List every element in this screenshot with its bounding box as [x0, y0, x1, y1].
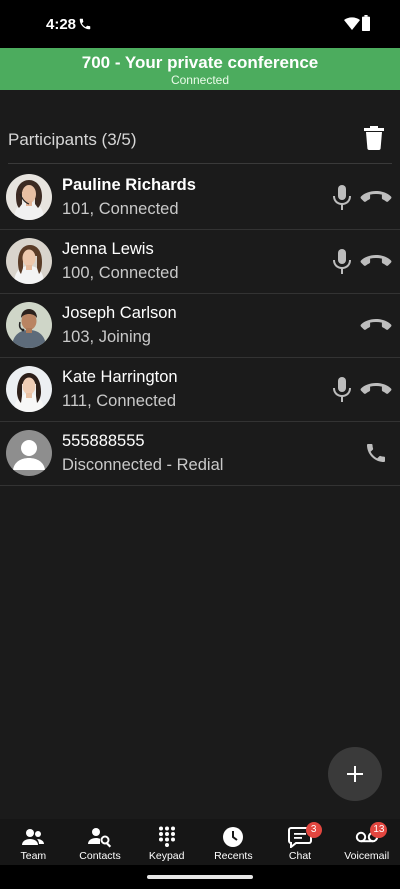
hang-up-icon[interactable] — [360, 317, 392, 333]
participants-title: Participants (3/5) — [8, 130, 137, 149]
main-content: Participants (3/5) Pauline Richards 101, — [0, 90, 400, 819]
ongoing-call-icon — [79, 18, 91, 30]
nav-item-keypad[interactable]: Keypad — [133, 819, 200, 865]
participant-name: Jenna Lewis — [62, 240, 154, 258]
participant-name: Pauline Richards — [62, 176, 196, 194]
phone-icon[interactable] — [364, 441, 388, 465]
hang-up-icon[interactable] — [360, 253, 392, 269]
conference-header: 700 - Your private conference Connected — [0, 48, 400, 90]
participant-name: Kate Harrington — [62, 368, 178, 386]
participant-status: 111, Connected — [62, 392, 177, 410]
nav-label: Keypad — [148, 850, 185, 862]
woman-photo-avatar — [6, 174, 52, 220]
man-photo-avatar — [6, 302, 52, 348]
hang-up-icon[interactable] — [360, 381, 392, 397]
microphone-icon[interactable] — [332, 377, 352, 403]
keypad-icon — [158, 826, 175, 847]
participant-status: Disconnected - Redial — [62, 456, 224, 474]
woman-photo-avatar — [6, 366, 52, 412]
participant-row[interactable]: Joseph Carlson 103, Joining — [0, 294, 400, 358]
participant-row[interactable]: Jenna Lewis 100, Connected — [0, 230, 400, 294]
participants-header: Participants (3/5) — [8, 118, 392, 164]
participant-status: 100, Connected — [62, 264, 179, 282]
home-gesture-bar[interactable] — [147, 875, 253, 879]
nav-item-recents[interactable]: Recents — [200, 819, 267, 865]
participant-name: Joseph Carlson — [62, 304, 177, 322]
gesture-area — [0, 865, 400, 889]
nav-label: Chat — [288, 850, 312, 862]
add-participant-button[interactable] — [328, 747, 382, 801]
nav-item-team[interactable]: Team — [0, 819, 67, 865]
wifi-icon — [344, 17, 360, 30]
participants-list: Pauline Richards 101, Connected Jenna Le… — [0, 166, 400, 486]
bottom-navigation: Team Contacts Keypad Recents Chat 3 Voic… — [0, 819, 400, 865]
hang-up-icon[interactable] — [360, 189, 392, 205]
status-time: 4:28 — [46, 16, 77, 33]
nav-label: Recents — [214, 850, 253, 862]
nav-label: Team — [20, 850, 47, 862]
participant-row[interactable]: Kate Harrington 111, Connected — [0, 358, 400, 422]
nav-item-contacts[interactable]: Contacts — [67, 819, 134, 865]
nav-label: Contacts — [79, 850, 121, 862]
participant-status: 101, Connected — [62, 200, 179, 218]
participant-row[interactable]: Pauline Richards 101, Connected — [0, 166, 400, 230]
nav-item-voicemail[interactable]: Voicemail 13 — [333, 819, 400, 865]
team-icon — [22, 829, 45, 845]
status-bar: 4:28 — [0, 0, 400, 48]
voicemail-unread-badge: 13 — [370, 822, 388, 838]
battery-icon — [362, 15, 370, 31]
conference-status: Connected — [170, 73, 230, 87]
microphone-icon[interactable] — [332, 185, 352, 211]
woman-photo-avatar — [6, 238, 52, 284]
contacts-search-icon — [88, 828, 112, 848]
chat-unread-badge: 3 — [305, 822, 322, 838]
nav-label: Voicemail — [344, 850, 390, 862]
microphone-icon[interactable] — [332, 249, 352, 275]
clock-icon — [223, 827, 244, 847]
plus-icon — [347, 766, 363, 782]
participant-name: 555888555 — [62, 432, 145, 450]
conference-title: 700 - Your private conference — [81, 53, 319, 72]
nav-item-chat[interactable]: Chat 3 — [267, 819, 334, 865]
participant-status: 103, Joining — [62, 328, 151, 346]
participant-row[interactable]: 555888555 Disconnected - Redial — [0, 422, 400, 486]
default-person-avatar — [6, 430, 52, 476]
trash-icon[interactable] — [364, 126, 384, 150]
